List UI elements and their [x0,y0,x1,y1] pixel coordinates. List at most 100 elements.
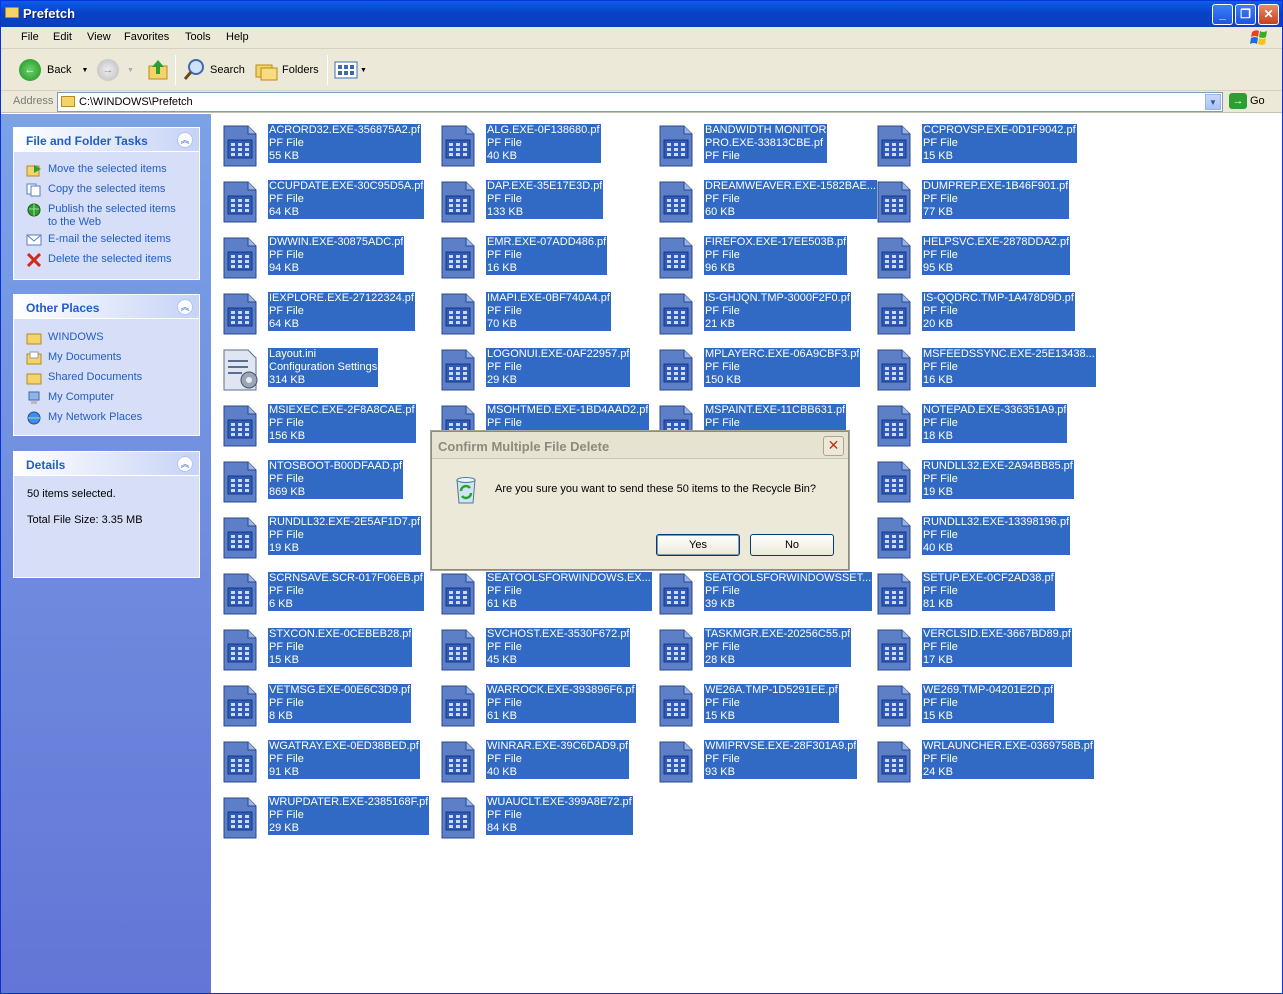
file-item[interactable]: BANDWIDTH MONITOR PRO.EXE-33813CBE.pf PF F… [647,114,865,168]
place-my-computer[interactable]: My Computer [26,391,114,405]
file-item[interactable]: DUMPREP.EXE-1B46F901.pf PF File 77 KB [865,170,1083,224]
file-item[interactable]: NOTEPAD.EXE-336351A9.pf PF File 18 KB [865,394,1083,448]
forward-button[interactable]: → ▼ [97,57,134,83]
collapse-icon[interactable]: ︽ [177,132,193,148]
file-item[interactable]: CCUPDATE.EXE-30C95D5A.pf PF File 64 KB [211,170,429,224]
file-type: PF File [487,697,522,709]
file-item[interactable]: WMIPRVSE.EXE-28F301A9.pf PF File 93 KB [647,730,865,784]
file-item[interactable]: MSIEXEC.EXE-2F8A8CAE.pf PF File 156 KB [211,394,429,448]
no-button[interactable]: No [750,534,834,556]
place-shared-documents[interactable]: Shared Documents [26,371,142,385]
task-email[interactable]: E-mail the selected items [26,233,171,247]
search-button[interactable]: Search [183,57,245,83]
task-publish[interactable]: Publish the selected items to the Web [26,203,176,229]
file-type: PF File [269,641,304,653]
dialog-title-bar[interactable]: Confirm Multiple File Delete ✕ [432,432,848,459]
file-item[interactable]: WRUPDATER.EXE-2385168F.pf PF File 29 KB [211,786,430,840]
menu-edit[interactable]: Edit [53,31,72,43]
file-item[interactable]: ALG.EXE-0F138680.pf PF File 40 KB [429,114,647,168]
pf-file-icon [659,349,693,391]
file-type: PF File [923,137,958,149]
task-move[interactable]: Move the selected items [26,163,167,177]
file-item[interactable]: IS-GHJQN.TMP-3000F2F0.pf PF File 21 KB [647,282,865,336]
file-item[interactable]: Layout.ini Configuration Settings 314 KB [211,338,429,392]
collapse-icon[interactable]: ︽ [177,456,193,472]
file-item[interactable]: RUNDLL32.EXE-2A94BB85.pf PF File 19 KB [865,450,1083,504]
chevron-down-icon[interactable]: ▼ [360,67,367,74]
file-item[interactable]: WRLAUNCHER.EXE-0369758B.pf PF File 24 KB [865,730,1094,784]
file-item[interactable]: WGATRAY.EXE-0ED38BED.pf PF File 91 KB [211,730,429,784]
chevron-down-icon[interactable]: ▼ [127,67,134,74]
file-item[interactable]: RUNDLL32.EXE-2E5AF1D7.pf PF File 19 KB [211,506,429,560]
place-my-documents[interactable]: My Documents [26,351,121,365]
file-item[interactable]: DWWIN.EXE-30875ADC.pf PF File 94 KB [211,226,429,280]
chevron-down-icon[interactable]: ▼ [81,67,88,74]
file-item[interactable]: WINRAR.EXE-39C6DAD9.pf PF File 40 KB [429,730,647,784]
menu-favorites[interactable]: Favorites [124,31,169,43]
file-item[interactable]: STXCON.EXE-0CEBEB28.pf PF File 15 KB [211,618,429,672]
file-item[interactable]: SVCHOST.EXE-3530F672.pf PF File 45 KB [429,618,647,672]
maximize-button[interactable]: ❐ [1235,4,1256,25]
file-name: SEATOOLSFORWINDOWS.EX... [487,572,651,584]
file-name: RUNDLL32.EXE-2E5AF1D7.pf [269,516,421,528]
panel-header[interactable]: File and Folder Tasks ︽ [14,128,199,152]
file-item[interactable]: IEXPLORE.EXE-27122324.pf PF File 64 KB [211,282,429,336]
file-type: PF File [269,697,304,709]
file-item[interactable]: LOGONUI.EXE-0AF22957.pf PF File 29 KB [429,338,647,392]
file-item[interactable]: EMR.EXE-07ADD486.pf PF File 16 KB [429,226,647,280]
menu-file[interactable]: File [21,31,39,43]
address-dropdown-button[interactable]: ▼ [1205,94,1221,110]
file-item[interactable]: VERCLSID.EXE-3667BD89.pf PF File 17 KB [865,618,1083,672]
file-item[interactable]: DREAMWEAVER.EXE-1582BAE... PF File 60 KB [647,170,877,224]
go-arrow-icon: → [1229,93,1247,109]
file-item[interactable]: CCPROVSP.EXE-0D1F9042.pf PF File 15 KB [865,114,1083,168]
file-item[interactable]: SEATOOLSFORWINDOWS.EX... PF File 61 KB [429,562,652,616]
file-item[interactable]: DAP.EXE-35E17E3D.pf PF File 133 KB [429,170,647,224]
file-item[interactable]: WUAUCLT.EXE-399A8E72.pf PF File 84 KB [429,786,647,840]
file-name: VERCLSID.EXE-3667BD89.pf [923,628,1071,640]
file-item[interactable]: WE26A.TMP-1D5291EE.pf PF File 15 KB [647,674,865,728]
address-input[interactable]: C:\WINDOWS\Prefetch ▼ [57,92,1223,112]
file-item[interactable]: MSFEEDSSYNC.EXE-25E13438... PF File 16 KB [865,338,1096,392]
task-delete[interactable]: Delete the selected items [26,253,172,267]
file-item[interactable]: RUNDLL32.EXE-13398196.pf PF File 40 KB [865,506,1083,560]
folders-button[interactable]: Folders [255,57,319,83]
views-button[interactable]: ▼ [334,57,367,83]
close-button[interactable]: ✕ [1258,4,1279,25]
file-item[interactable]: IMAPI.EXE-0BF740A4.pf PF File 70 KB [429,282,647,336]
yes-button[interactable]: Yes [656,534,740,556]
file-item[interactable]: NTOSBOOT-B00DFAAD.pf PF File 869 KB [211,450,429,504]
file-item[interactable]: IS-QQDRC.TMP-1A478D9D.pf PF File 20 KB [865,282,1083,336]
place-windows[interactable]: WINDOWS [26,331,104,345]
place-my-network[interactable]: My Network Places [26,411,142,425]
file-item[interactable]: SETUP.EXE-0CF2AD38.pf PF File 81 KB [865,562,1083,616]
file-item[interactable]: WE269.TMP-04201E2D.pf PF File 15 KB [865,674,1083,728]
file-type: PF File [705,305,740,317]
collapse-icon[interactable]: ︽ [177,299,193,315]
file-item[interactable]: HELPSVC.EXE-2878DDA2.pf PF File 95 KB [865,226,1083,280]
go-button[interactable]: → Go [1229,93,1265,109]
file-item[interactable]: FIREFOX.EXE-17EE503B.pf PF File 96 KB [647,226,865,280]
file-item[interactable]: SCRNSAVE.SCR-017F06EB.pf PF File 6 KB [211,562,429,616]
file-item[interactable]: ACRORD32.EXE-356875A2.pf PF File 55 KB [211,114,429,168]
minimize-button[interactable]: _ [1212,4,1233,25]
file-item[interactable]: TASKMGR.EXE-20256C55.pf PF File 28 KB [647,618,865,672]
panel-header[interactable]: Other Places ︽ [14,295,199,319]
dialog-close-button[interactable]: ✕ [823,436,844,456]
menu-view[interactable]: View [87,31,111,43]
panel-header[interactable]: Details ︽ [14,452,199,476]
file-item[interactable]: VETMSG.EXE-00E6C3D9.pf PF File 8 KB [211,674,429,728]
file-name: WE269.TMP-04201E2D.pf [923,684,1054,696]
file-item[interactable]: SEATOOLSFORWINDOWSSET... PF File 39 KB [647,562,873,616]
up-folder-button[interactable] [147,57,169,83]
task-copy[interactable]: Copy the selected items [26,183,165,197]
menu-help[interactable]: Help [226,31,249,43]
file-label: MPLAYERC.EXE-06A9CBF3.pf PF File 150 KB [704,348,861,387]
title-bar[interactable]: Prefetch _ ❐ ✕ [1,1,1282,27]
pf-file-icon [223,405,257,447]
menu-tools[interactable]: Tools [185,31,211,43]
back-button[interactable]: ← Back ▼ [19,57,88,83]
file-item[interactable]: WARROCK.EXE-393896F6.pf PF File 61 KB [429,674,647,728]
pf-file-icon [441,125,475,167]
file-item[interactable]: MPLAYERC.EXE-06A9CBF3.pf PF File 150 KB [647,338,865,392]
